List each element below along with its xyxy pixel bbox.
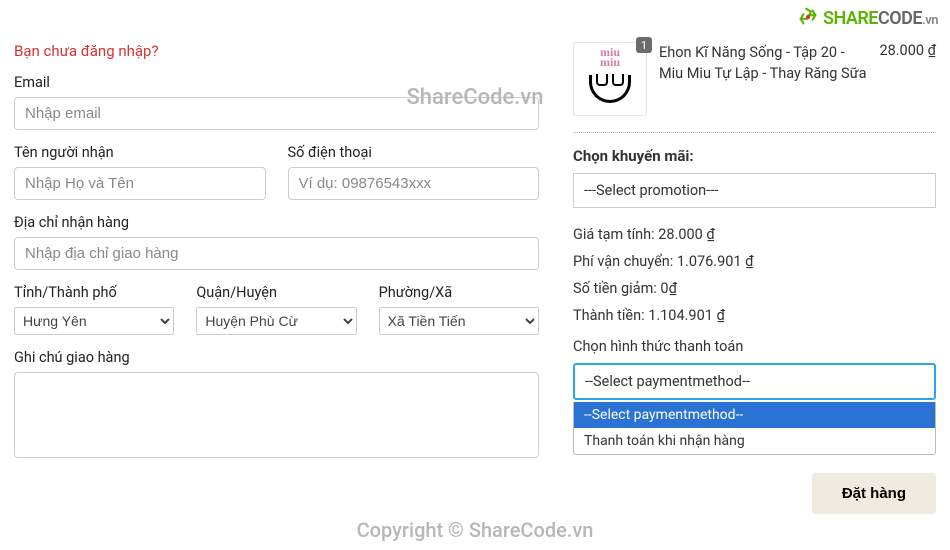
email-input[interactable]	[14, 97, 539, 130]
phone-input[interactable]	[288, 167, 540, 200]
product-price: 28.000 ₫	[879, 42, 936, 116]
district-label: Quận/Huyện	[196, 284, 356, 301]
address-input[interactable]	[14, 237, 539, 270]
product-thumbnail: miumiu 1	[573, 42, 647, 116]
promo-select[interactable]: ---Select promotion---	[573, 173, 936, 208]
checkout-form: Bạn chưa đăng nhập? Email Tên người nhận…	[14, 42, 539, 514]
watermark-bottom: Copyright © ShareCode.vn	[357, 518, 594, 542]
payment-select[interactable]: --Select paymentmethod--	[573, 363, 936, 400]
cart-item: miumiu 1 Ehon Kĩ Năng Sống - Tập 20 - Mi…	[573, 42, 936, 116]
shipping-line: Phí vận chuyển: 1.076.901 ₫	[573, 253, 936, 270]
name-label: Tên người nhận	[14, 144, 266, 161]
payment-option[interactable]: Thanh toán khi nhận hàng	[574, 428, 935, 454]
brand-logo: SHARECODE.vn	[797, 6, 938, 29]
recycle-icon	[797, 8, 823, 29]
province-select[interactable]: Hưng Yên	[14, 307, 174, 335]
order-summary: miumiu 1 Ehon Kĩ Năng Sống - Tập 20 - Mi…	[573, 42, 936, 514]
brand-text-2: CODE	[878, 8, 922, 29]
payment-dropdown[interactable]: --Select paymentmethod-- Thanh toán khi …	[573, 402, 936, 455]
province-label: Tỉnh/Thành phố	[14, 284, 174, 301]
payment-option[interactable]: --Select paymentmethod--	[574, 402, 935, 428]
brand-text-1: SHARE	[823, 8, 878, 29]
subtotal-line: Giá tạm tính: 28.000 ₫	[573, 226, 936, 243]
note-label: Ghi chú giao hàng	[14, 349, 539, 366]
district-select[interactable]: Huyện Phù Cừ	[196, 307, 356, 335]
ward-label: Phường/Xã	[379, 284, 539, 301]
divider	[573, 132, 936, 133]
name-input[interactable]	[14, 167, 266, 200]
promo-label: Chọn khuyến mãi:	[573, 147, 936, 165]
address-label: Địa chỉ nhận hàng	[14, 214, 539, 231]
total-line: Thành tiền: 1.104.901 ₫	[573, 307, 936, 324]
note-textarea[interactable]	[14, 372, 539, 458]
discount-line: Số tiền giảm: 0₫	[573, 280, 936, 297]
product-title: Ehon Kĩ Năng Sống - Tập 20 - Miu Miu Tự …	[659, 42, 867, 116]
brand-suffix: .vn	[922, 13, 938, 28]
phone-label: Số điện thoại	[288, 144, 540, 161]
qty-badge: 1	[636, 37, 652, 53]
place-order-button[interactable]: Đặt hàng	[812, 473, 936, 514]
ward-select[interactable]: Xã Tiền Tiến	[379, 307, 539, 335]
login-hint[interactable]: Bạn chưa đăng nhập?	[14, 42, 539, 60]
payment-label: Chọn hình thức thanh toán	[573, 338, 936, 355]
email-label: Email	[14, 74, 539, 91]
